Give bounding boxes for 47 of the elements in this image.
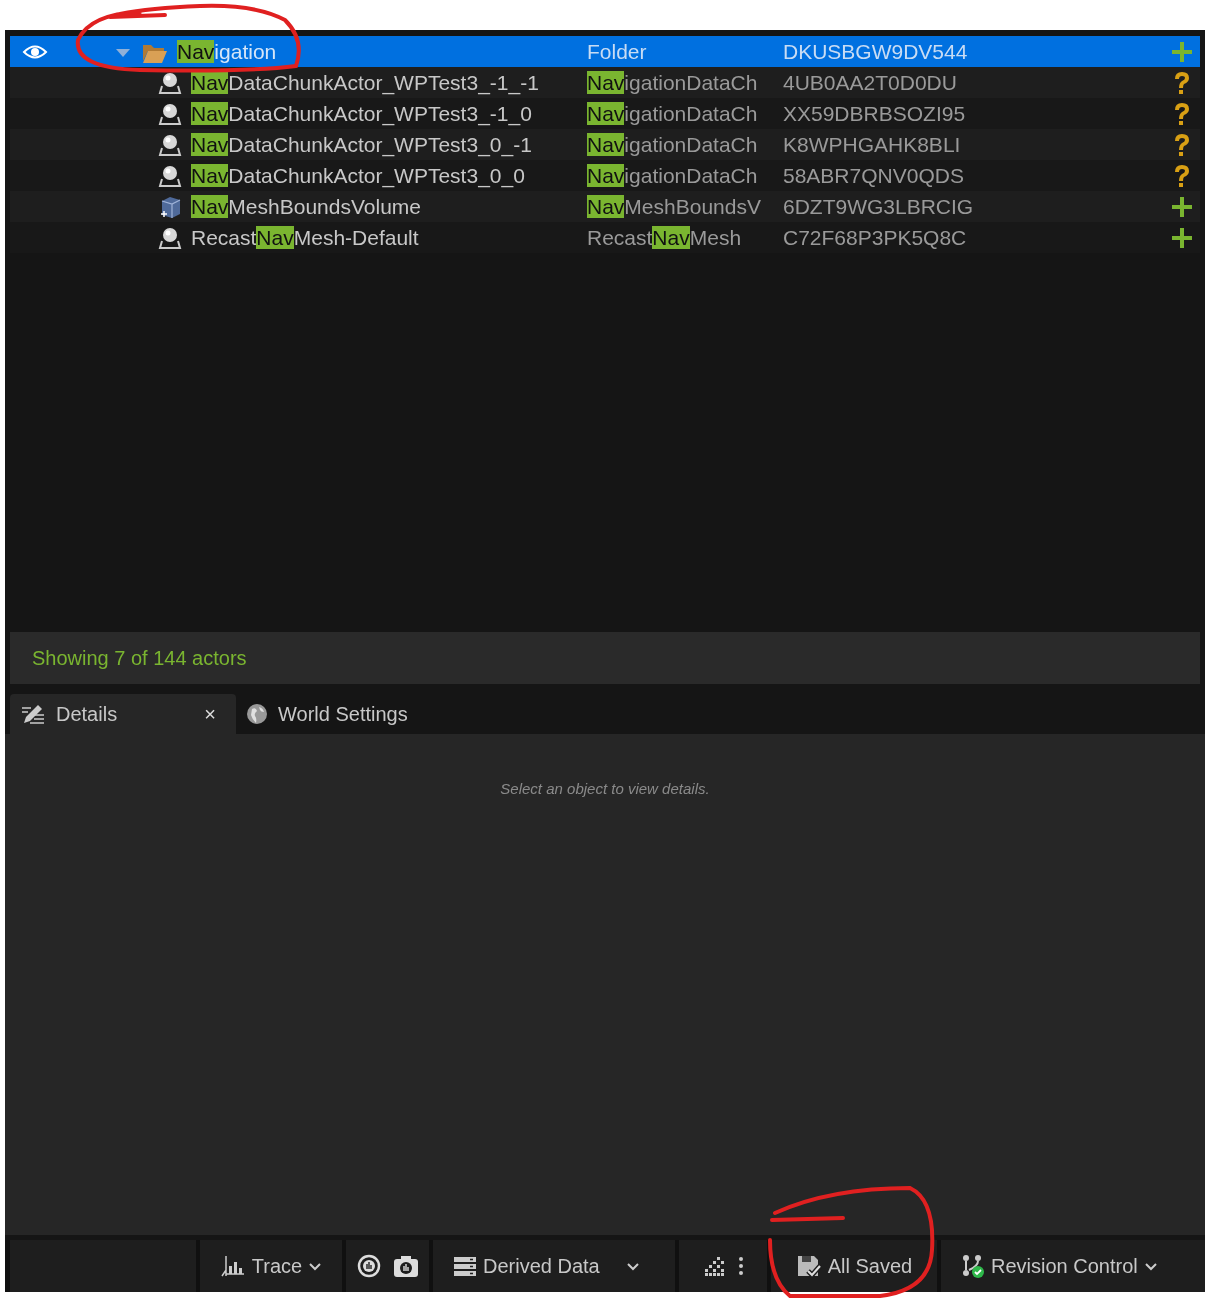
empty-details-message: Select an object to view details. [500, 780, 710, 797]
actor-count-text: Showing 7 of 144 actors [32, 646, 247, 670]
item-type: NavigationDataCh [587, 163, 758, 187]
item-type: Folder [587, 39, 647, 63]
outliner-row[interactable]: Navigation Folder DKUSBGW9DV544 [10, 36, 1200, 67]
close-button[interactable]: × [204, 702, 226, 726]
item-label: NavDataChunkActor_WPTest3_-1_-1 [191, 70, 539, 95]
chart-icon [219, 1254, 246, 1278]
item-id: 4UB0AA2T0D0DU [783, 70, 957, 94]
actor-icon [158, 163, 182, 188]
item-label: NavDataChunkActor_WPTest3_0_0 [191, 163, 525, 188]
item-label: NavMeshBoundsVolume [191, 194, 421, 219]
actor-icon [158, 101, 182, 126]
actor-icon [158, 132, 182, 157]
item-type: NavigationDataCh [587, 70, 758, 94]
item-label: NavDataChunkActor_WPTest3_-1_0 [191, 101, 532, 126]
pencil-icon [20, 703, 46, 725]
chevron-down-icon [625, 1261, 640, 1271]
panel-tab[interactable]: Details × [10, 694, 236, 734]
chevron-down-icon [308, 1261, 323, 1271]
globe-icon [246, 703, 268, 725]
item-type: NavigationDataCh [587, 132, 758, 156]
cube-icon [158, 194, 182, 219]
record-icon[interactable] [356, 1254, 381, 1278]
item-type: NavMeshBoundsV [587, 194, 761, 218]
actor-icon [158, 225, 182, 250]
more-icon[interactable] [737, 1256, 744, 1276]
item-id: 58ABR7QNV0QDS [783, 163, 964, 187]
item-id: C72F68P3PK5Q8C [783, 225, 967, 249]
item-id: 6DZT9WG3LBRCIG [783, 194, 974, 218]
chevron-down-icon [1143, 1261, 1158, 1271]
item-label: NavDataChunkActor_WPTest3_0_-1 [191, 132, 532, 157]
panel-tab[interactable]: World Settings [236, 694, 418, 734]
item-id: DKUSBGW9DV544 [783, 39, 968, 63]
server-icon [453, 1254, 477, 1278]
outliner-row[interactable]: NavMeshBoundsVolume NavMeshBoundsV 6DZT9WG3LBRCIG [10, 191, 1200, 222]
outliner-row[interactable]: NavDataChunkActor_WPTest3_-1_-1 NavigationDataCh 4UB0AA2T0D0DU [10, 67, 1200, 98]
item-id: K8WPHGAHK8BLI [783, 132, 961, 156]
actor-icon [158, 70, 182, 95]
grid-icon[interactable] [702, 1255, 726, 1277]
save-icon [795, 1254, 822, 1278]
camera-icon[interactable] [392, 1254, 419, 1278]
outliner-row[interactable]: NavDataChunkActor_WPTest3_0_-1 NavigationDataCh K8WPHGAHK8BLI [10, 129, 1200, 160]
item-label: Navigation [177, 39, 277, 64]
item-id: XX59DBRBSOZI95 [783, 101, 966, 125]
item-type: NavigationDataCh [587, 101, 758, 125]
branch-icon [961, 1254, 985, 1278]
